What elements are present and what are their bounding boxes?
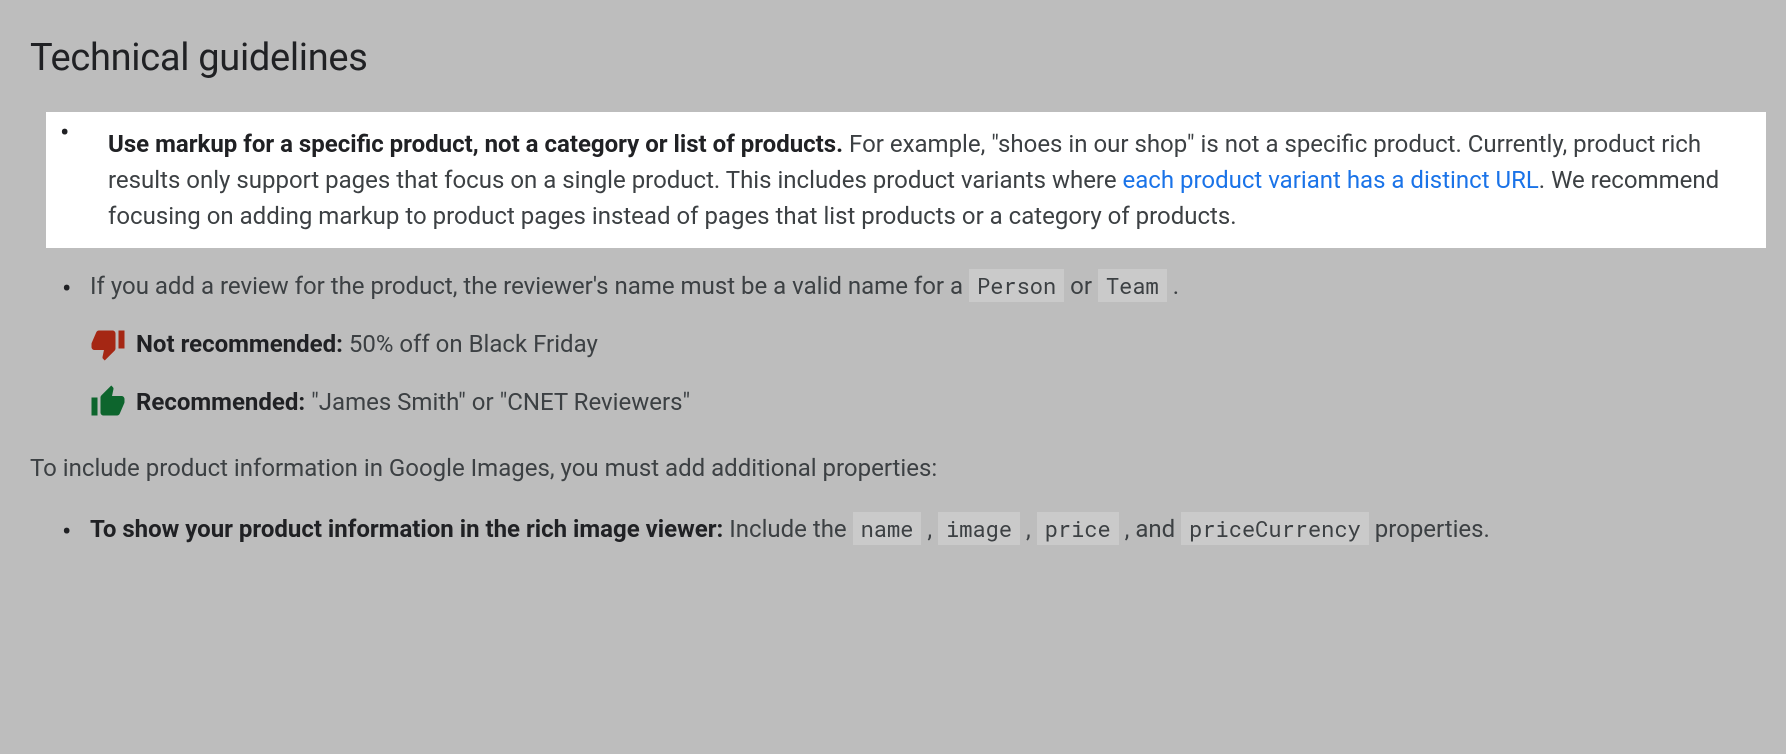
guideline-item-1: Use markup for a specific product, not a… (46, 112, 1766, 248)
image-properties-list: To show your product information in the … (30, 511, 1756, 547)
not-recommended-label: Not recommended: (136, 330, 343, 358)
google-images-intro: To include product information in Google… (30, 450, 1756, 486)
code-name: name (853, 512, 922, 545)
property-item-1: To show your product information in the … (90, 511, 1756, 547)
property-1-text1: Include the (723, 515, 852, 543)
sep2: , (1020, 515, 1037, 543)
guidelines-list: Use markup for a specific product, not a… (30, 112, 1756, 420)
property-1-end: properties. (1369, 515, 1490, 543)
not-recommended-text: 50% off on Black Friday (343, 330, 598, 358)
code-person: Person (969, 269, 1064, 302)
guideline-1-bold: Use markup for a specific product, not a… (108, 130, 843, 158)
guideline-item-2: If you add a review for the product, the… (90, 268, 1756, 420)
recommended-row: Recommended: "James Smith" or "CNET Revi… (90, 384, 1756, 420)
guideline-2-text: If you add a review for the product, the… (90, 272, 969, 300)
recommended-text: "James Smith" or "CNET Reviewers" (305, 388, 690, 416)
code-price: price (1037, 512, 1119, 545)
sep1: , (921, 515, 938, 543)
section-heading: Technical guidelines (30, 30, 1756, 87)
code-pricecurrency: priceCurrency (1181, 512, 1369, 545)
product-variant-link[interactable]: each product variant has a distinct URL (1123, 166, 1539, 194)
guideline-2-mid: or (1064, 272, 1098, 300)
code-image: image (938, 512, 1020, 545)
code-team: Team (1098, 269, 1167, 302)
recommended-label: Recommended: (136, 388, 305, 416)
sep3: , and (1119, 515, 1181, 543)
guideline-2-end: . (1167, 272, 1179, 300)
not-recommended-row: Not recommended: 50% off on Black Friday (90, 326, 1756, 362)
thumbs-up-icon (90, 384, 126, 420)
thumbs-down-icon (90, 326, 126, 362)
property-1-bold: To show your product information in the … (90, 515, 723, 543)
